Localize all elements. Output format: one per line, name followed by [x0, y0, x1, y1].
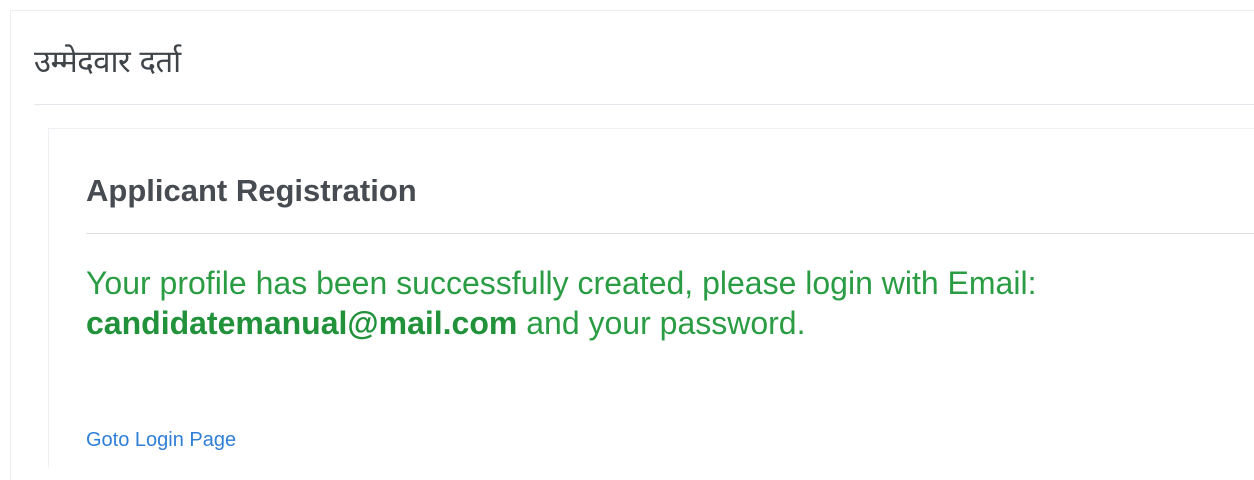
registration-card: Applicant Registration Your profile has … — [48, 128, 1254, 468]
heading-divider — [34, 104, 1254, 105]
page-title: उम्मेदवार दर्ता — [34, 44, 181, 80]
card-title: Applicant Registration — [86, 173, 417, 208]
success-message-text: Your profile has been successfully creat… — [86, 265, 1037, 301]
goto-login-link[interactable]: Goto Login Page — [86, 429, 236, 452]
success-message: Your profile has been successfully creat… — [86, 263, 1236, 343]
card-divider — [86, 233, 1254, 234]
success-message-suffix: and your password. — [517, 305, 806, 341]
registered-email: candidatemanual@mail.com — [86, 305, 518, 341]
